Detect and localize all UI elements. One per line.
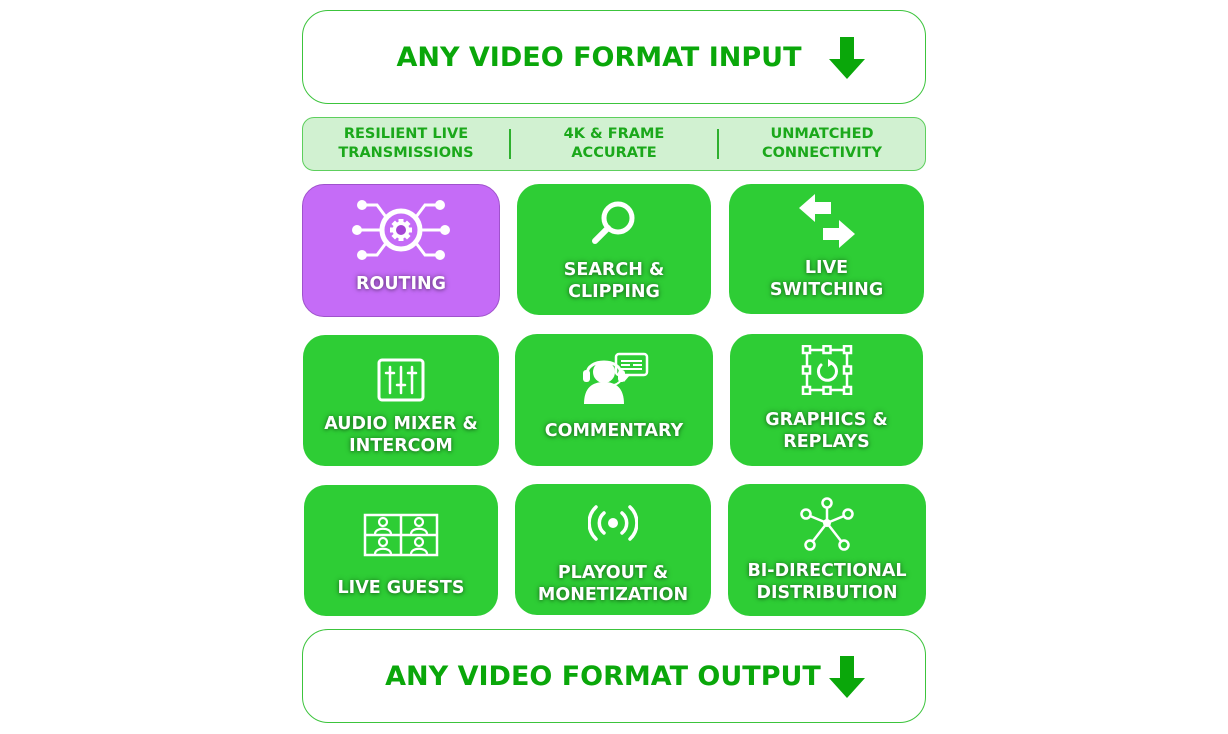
tile-bi-directional-distribution[interactable]: BI-DIRECTIONAL DISTRIBUTION (728, 484, 926, 616)
audio-mixer-icon (377, 358, 425, 402)
routing-gear-icon (352, 200, 450, 260)
broadcast-icon (588, 505, 638, 541)
features-strip: RESILIENT LIVE TRANSMISSIONS 4K & FRAME … (302, 117, 926, 171)
commentator-headset-icon (583, 352, 649, 404)
tile-label: COMMENTARY (544, 421, 684, 441)
network-hub-icon (800, 497, 854, 551)
switch-arrows-icon (798, 194, 855, 248)
tile-label: PLAYOUT & MONETIZATION (537, 563, 689, 605)
tile-label: ROUTING (355, 274, 447, 294)
arrow-down-icon (829, 37, 865, 79)
input-banner: ANY VIDEO FORMAT INPUT (302, 10, 926, 104)
feature-connectivity: UNMATCHED CONNECTIVITY (761, 126, 883, 161)
output-banner: ANY VIDEO FORMAT OUTPUT (302, 629, 926, 723)
feature-4k: 4K & FRAME ACCURATE (563, 126, 665, 161)
feature-resilient: RESILIENT LIVE TRANSMISSIONS (338, 126, 474, 161)
arrow-down-icon (829, 656, 865, 698)
tile-label: LIVE SWITCHING (769, 258, 884, 300)
search-icon (592, 201, 635, 244)
input-banner-label: ANY VIDEO FORMAT INPUT (396, 41, 802, 73)
tile-label: BI-DIRECTIONAL DISTRIBUTION (747, 561, 907, 603)
tile-routing[interactable]: ROUTING (302, 184, 500, 317)
tile-search-clipping[interactable]: SEARCH & CLIPPING (517, 184, 711, 315)
tile-playout-monetization[interactable]: PLAYOUT & MONETIZATION (515, 484, 711, 615)
tile-graphics-replays[interactable]: GRAPHICS & REPLAYS (730, 334, 923, 466)
tile-audio-mixer[interactable]: AUDIO MIXER & INTERCOM (303, 335, 499, 466)
tile-live-switching[interactable]: LIVE SWITCHING (729, 184, 924, 314)
tile-label: SEARCH & CLIPPING (563, 260, 665, 302)
graphics-replay-icon (801, 345, 852, 395)
video-grid-guests-icon (363, 513, 439, 557)
tile-label: GRAPHICS & REPLAYS (765, 410, 888, 452)
tile-label: AUDIO MIXER & INTERCOM (324, 414, 478, 456)
tile-label: LIVE GUESTS (337, 578, 465, 598)
tile-commentary[interactable]: COMMENTARY (515, 334, 713, 466)
tile-live-guests[interactable]: LIVE GUESTS (304, 485, 498, 616)
output-banner-label: ANY VIDEO FORMAT OUTPUT (385, 660, 821, 692)
